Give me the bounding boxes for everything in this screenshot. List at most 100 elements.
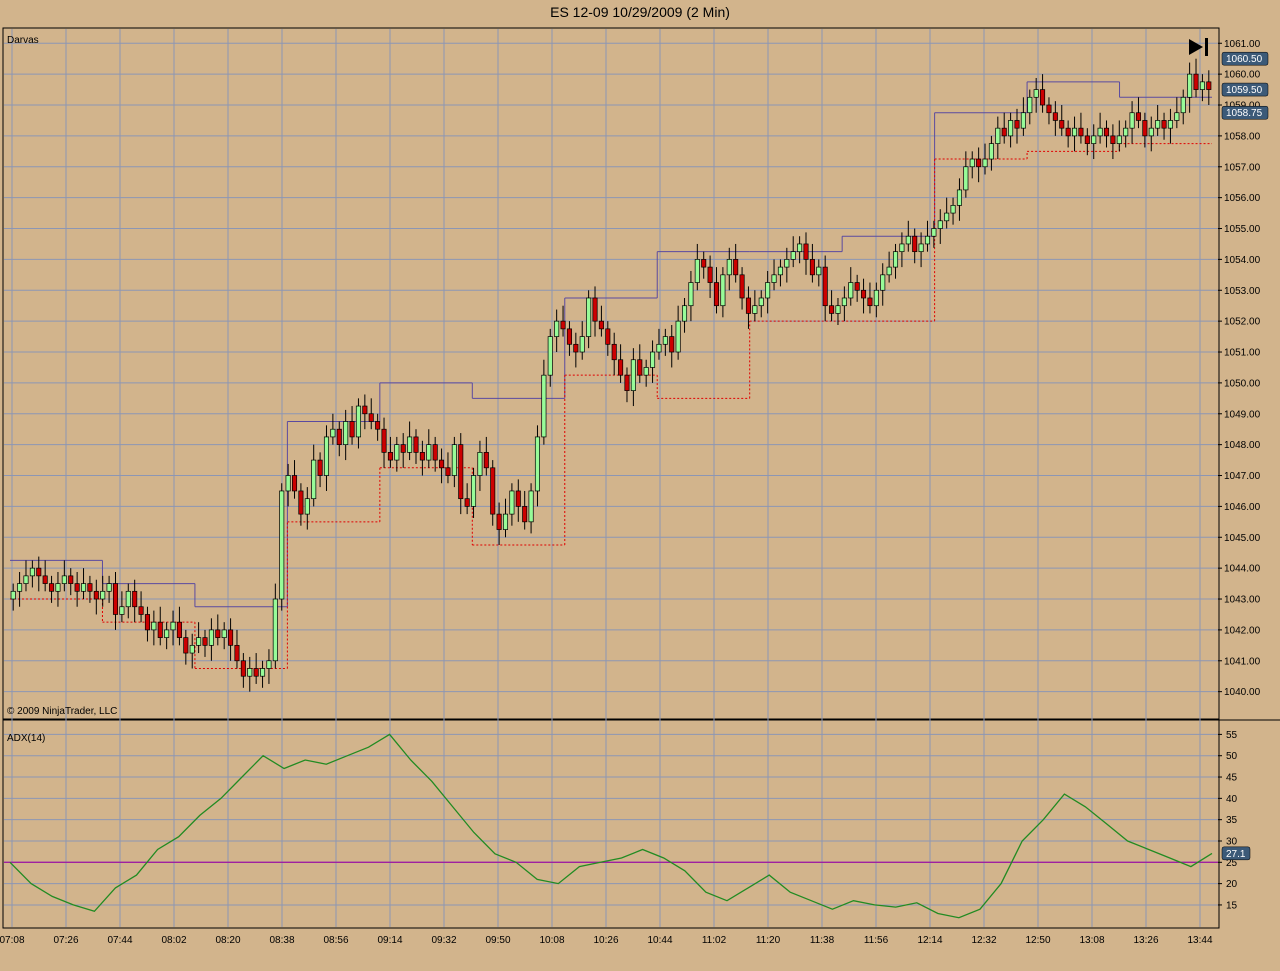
candle-body — [905, 235, 911, 245]
candle-body — [1167, 120, 1173, 129]
candle-body — [541, 374, 547, 438]
candle-body — [343, 421, 349, 445]
candle-body — [956, 189, 962, 206]
candle-body — [304, 498, 310, 515]
candle-body — [873, 289, 879, 307]
candle-body — [988, 143, 994, 160]
candle-body — [1084, 135, 1090, 144]
candle-body — [1008, 120, 1014, 137]
candle-body — [963, 166, 969, 191]
adx-tick-label: 30 — [1226, 836, 1238, 847]
candle-body — [266, 660, 272, 669]
candle-body — [509, 490, 515, 515]
candle-body — [656, 343, 662, 353]
candle-body — [739, 274, 745, 299]
candle-body — [285, 475, 291, 492]
candle-body — [534, 436, 540, 492]
candle-body — [637, 359, 643, 376]
candle-body — [208, 629, 214, 646]
candle-body — [29, 567, 35, 577]
candle-body — [311, 459, 317, 500]
candle-body — [144, 614, 150, 631]
candle-body — [68, 575, 74, 584]
price-tick-label: 1057.00 — [1224, 162, 1261, 173]
price-tick-label: 1040.00 — [1224, 687, 1261, 698]
price-tick-label: 1052.00 — [1224, 317, 1261, 328]
candle-body — [650, 351, 656, 368]
candle-body — [106, 583, 112, 592]
candle-body — [477, 452, 483, 476]
candle-body — [432, 444, 438, 461]
candle-body — [848, 282, 854, 299]
candle-body — [1142, 120, 1148, 137]
adx-tick-label: 40 — [1226, 794, 1238, 805]
price-tick-label: 1050.00 — [1224, 378, 1261, 389]
candle-body — [1065, 127, 1071, 137]
candle-body — [1020, 112, 1026, 129]
chart-canvas[interactable]: 07:08 07:26 07:44 08:02 08:20 08:38 08:56 09:14… — [0, 0, 1280, 971]
candle-body — [931, 228, 937, 237]
candle-body — [969, 158, 975, 168]
candle-body — [1193, 73, 1199, 90]
adx-tick-label: 45 — [1226, 773, 1238, 784]
candle-body — [1123, 127, 1129, 137]
candle-body — [87, 583, 93, 592]
time-tick-label: 08:20 — [215, 935, 240, 946]
candle-body — [253, 668, 259, 677]
price-tick-label: 1051.00 — [1224, 348, 1261, 359]
candle-body — [330, 428, 336, 438]
time-tick-label: 08:56 — [323, 935, 348, 946]
candle-body — [624, 374, 630, 391]
time-tick-label: 09:50 — [485, 935, 510, 946]
adx-tick-label: 15 — [1226, 900, 1238, 911]
candle-body — [701, 259, 707, 268]
candle-body — [822, 266, 828, 307]
candle-body — [515, 490, 521, 507]
candle-body — [1052, 112, 1058, 121]
candle-body — [1161, 120, 1167, 129]
time-tick-label: 10:44 — [647, 935, 672, 946]
candle-body — [368, 413, 374, 422]
candle-body — [547, 336, 553, 376]
copyright-text: © 2009 NinjaTrader, LLC — [7, 706, 117, 717]
price-tick-label: 1061.00 — [1224, 39, 1261, 50]
candle-body — [419, 452, 425, 461]
candle-body — [771, 274, 777, 283]
candle-body — [279, 490, 285, 600]
candle-body — [413, 436, 419, 453]
candle-body — [803, 243, 809, 260]
candle-body — [675, 320, 681, 353]
candle-body — [560, 320, 566, 330]
candle-body — [854, 282, 860, 291]
candle-body — [758, 297, 764, 307]
candle-body — [451, 444, 457, 476]
candle-body — [375, 421, 381, 430]
candle-body — [439, 459, 445, 469]
candle-body — [151, 621, 157, 631]
candle-body — [880, 274, 886, 291]
candle-body — [381, 428, 387, 453]
skip-to-end-icon[interactable] — [1189, 38, 1208, 56]
candle-body — [835, 305, 841, 314]
candle-body — [49, 583, 55, 592]
candle-body — [944, 212, 950, 222]
time-tick-label: 13:08 — [1079, 935, 1104, 946]
candle-body — [937, 220, 943, 229]
candle-body — [707, 266, 713, 283]
candle-body — [886, 266, 892, 276]
time-tick-label: 07:44 — [107, 935, 132, 946]
candle-body — [138, 606, 144, 615]
candle-body — [176, 621, 182, 638]
candle-body — [1097, 127, 1103, 137]
candle-body — [132, 590, 138, 608]
candle-body — [598, 320, 604, 330]
candle-body — [157, 621, 163, 638]
candle-body — [355, 405, 361, 438]
candle-body — [387, 452, 393, 461]
adx-value-label: 27.1 — [1226, 849, 1246, 860]
candle-body — [490, 467, 496, 515]
candle-body — [1001, 127, 1007, 137]
time-tick-label: 09:32 — [431, 935, 456, 946]
adx-panel-title: ADX(14) — [7, 733, 45, 744]
adx-tick-label: 50 — [1226, 751, 1238, 762]
